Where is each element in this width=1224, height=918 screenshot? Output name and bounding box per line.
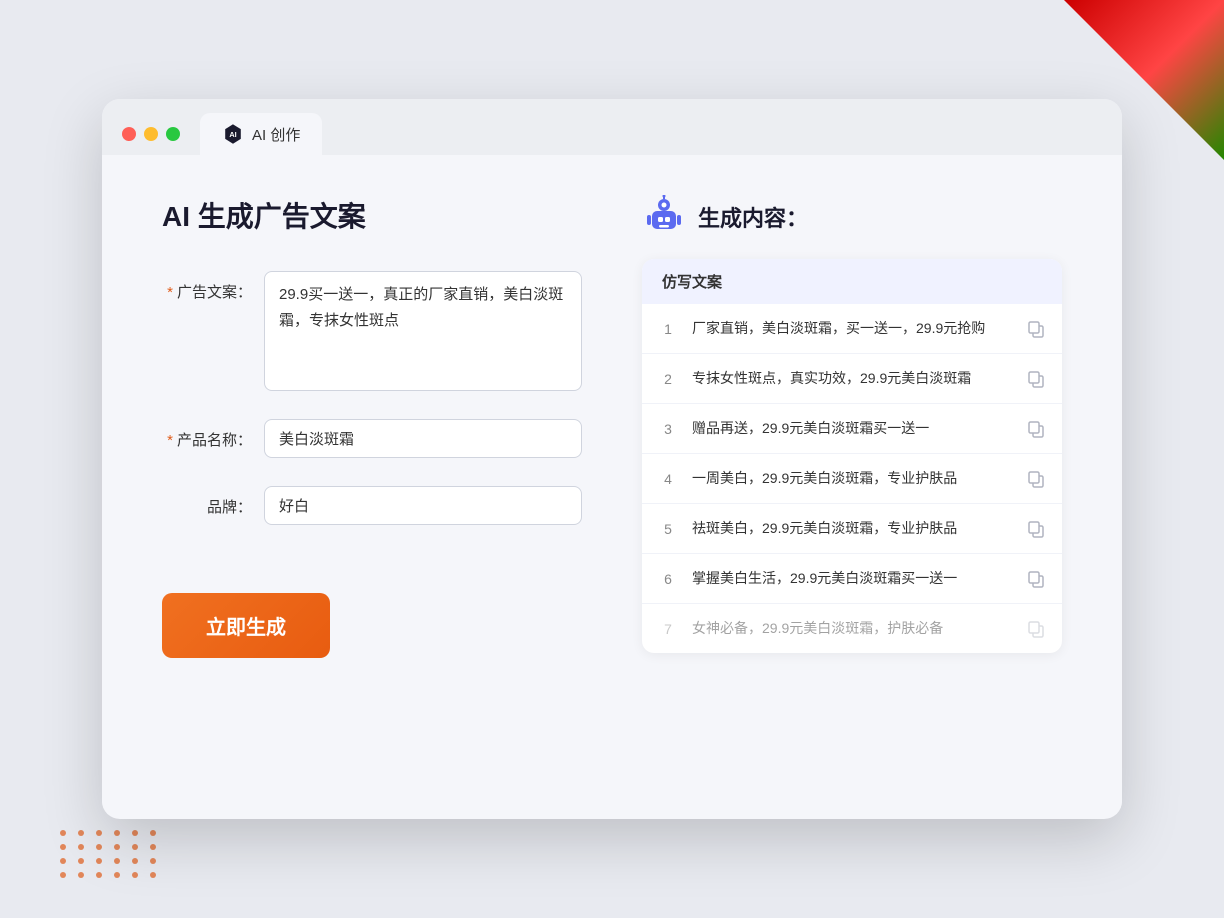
table-row: 4 一周美白，29.9元美白淡斑霜，专业护肤品 bbox=[642, 454, 1062, 504]
row-text: 女神必备，29.9元美白淡斑霜，护肤必备 bbox=[692, 618, 1012, 639]
copy-icon[interactable] bbox=[1026, 469, 1046, 489]
brand-row: 品牌： bbox=[162, 486, 582, 525]
robot-icon bbox=[642, 195, 686, 239]
copy-icon[interactable] bbox=[1026, 519, 1046, 539]
copy-icon[interactable] bbox=[1026, 369, 1046, 389]
row-text: 赠品再送，29.9元美白淡斑霜买一送一 bbox=[692, 418, 1012, 439]
ad-copy-input[interactable]: 29.9买一送一，真正的厂家直销，美白淡斑霜，专抹女性斑点 bbox=[264, 271, 582, 391]
tab-label: AI 创作 bbox=[252, 124, 300, 145]
row-text: 一周美白，29.9元美白淡斑霜，专业护肤品 bbox=[692, 468, 1012, 489]
row-number: 2 bbox=[658, 371, 678, 387]
row-text: 专抹女性斑点，真实功效，29.9元美白淡斑霜 bbox=[692, 368, 1012, 389]
brand-input[interactable] bbox=[264, 486, 582, 525]
table-row: 2 专抹女性斑点，真实功效，29.9元美白淡斑霜 bbox=[642, 354, 1062, 404]
table-row: 3 赠品再送，29.9元美白淡斑霜买一送一 bbox=[642, 404, 1062, 454]
row-number: 7 bbox=[658, 621, 678, 637]
generate-button[interactable]: 立即生成 bbox=[162, 593, 330, 658]
brand-label: 品牌： bbox=[162, 486, 252, 517]
table-row: 6 掌握美白生活，29.9元美白淡斑霜买一送一 bbox=[642, 554, 1062, 604]
result-rows-container: 1 厂家直销，美白淡斑霜，买一送一，29.9元抢购 2 专抹女性斑点，真实功效，… bbox=[642, 304, 1062, 653]
table-row: 5 祛斑美白，29.9元美白淡斑霜，专业护肤品 bbox=[642, 504, 1062, 554]
ad-copy-label: *广告文案： bbox=[162, 271, 252, 302]
right-panel: 生成内容： 仿写文案 1 厂家直销，美白淡斑霜，买一送一，29.9元抢购 2 专… bbox=[642, 195, 1062, 775]
tab-ai-create[interactable]: AI AI 创作 bbox=[200, 113, 322, 155]
product-name-row: *产品名称： bbox=[162, 419, 582, 458]
minimize-button[interactable] bbox=[144, 127, 158, 141]
row-number: 5 bbox=[658, 521, 678, 537]
left-panel: AI 生成广告文案 *广告文案： 29.9买一送一，真正的厂家直销，美白淡斑霜，… bbox=[162, 195, 582, 775]
copy-icon[interactable] bbox=[1026, 319, 1046, 339]
browser-chrome: AI AI 创作 bbox=[102, 99, 1122, 155]
row-text: 祛斑美白，29.9元美白淡斑霜，专业护肤品 bbox=[692, 518, 1012, 539]
close-button[interactable] bbox=[122, 127, 136, 141]
result-title: 生成内容： bbox=[698, 201, 808, 233]
row-text: 掌握美白生活，29.9元美白淡斑霜买一送一 bbox=[692, 568, 1012, 589]
ai-tab-icon: AI bbox=[222, 123, 244, 145]
product-name-input[interactable] bbox=[264, 419, 582, 458]
copy-icon[interactable] bbox=[1026, 419, 1046, 439]
product-name-label: *产品名称： bbox=[162, 419, 252, 450]
result-table-header: 仿写文案 bbox=[642, 259, 1062, 304]
table-row: 1 厂家直销，美白淡斑霜，买一送一，29.9元抢购 bbox=[642, 304, 1062, 354]
page-title: AI 生成广告文案 bbox=[162, 195, 582, 235]
browser-content: AI 生成广告文案 *广告文案： 29.9买一送一，真正的厂家直销，美白淡斑霜，… bbox=[102, 155, 1122, 815]
maximize-button[interactable] bbox=[166, 127, 180, 141]
ad-copy-row: *广告文案： 29.9买一送一，真正的厂家直销，美白淡斑霜，专抹女性斑点 bbox=[162, 271, 582, 391]
result-table: 仿写文案 1 厂家直销，美白淡斑霜，买一送一，29.9元抢购 2 专抹女性斑点，… bbox=[642, 259, 1062, 653]
copy-icon[interactable] bbox=[1026, 569, 1046, 589]
row-number: 4 bbox=[658, 471, 678, 487]
browser-window: AI AI 创作 AI 生成广告文案 *广告文案： 29.9买一送一，真正的厂家… bbox=[102, 99, 1122, 819]
row-text: 厂家直销，美白淡斑霜，买一送一，29.9元抢购 bbox=[692, 318, 1012, 339]
copy-icon[interactable] bbox=[1026, 619, 1046, 639]
decorative-dots bbox=[60, 830, 160, 878]
result-header: 生成内容： bbox=[642, 195, 1062, 239]
row-number: 3 bbox=[658, 421, 678, 437]
window-controls bbox=[122, 127, 180, 141]
row-number: 6 bbox=[658, 571, 678, 587]
ad-copy-required-star: * bbox=[167, 284, 173, 301]
product-name-required-star: * bbox=[167, 432, 173, 449]
table-row: 7 女神必备，29.9元美白淡斑霜，护肤必备 bbox=[642, 604, 1062, 653]
svg-text:AI: AI bbox=[229, 130, 236, 139]
row-number: 1 bbox=[658, 321, 678, 337]
